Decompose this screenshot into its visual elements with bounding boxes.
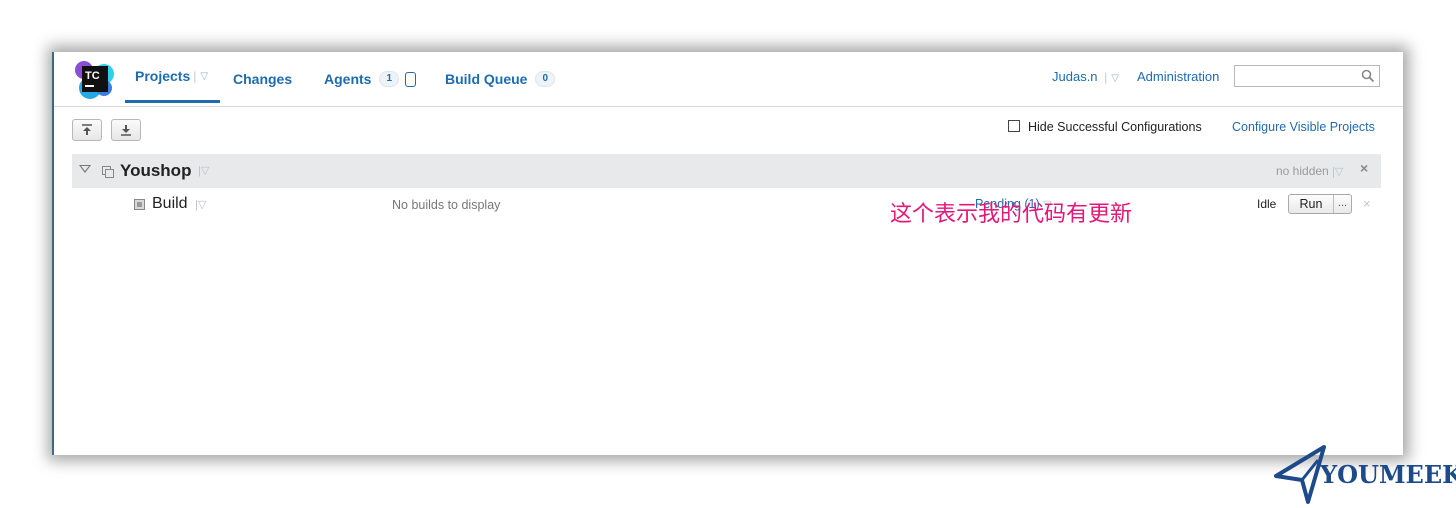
hide-successful-checkbox[interactable] [1008, 120, 1020, 132]
tab-build-queue[interactable]: Build Queue 0 [445, 52, 556, 106]
expand-all-icon [121, 125, 131, 136]
hidden-configs-menu[interactable]: no hidden |▽ [1276, 164, 1343, 178]
dropdown-arrow-icon[interactable]: ▽ [200, 71, 208, 82]
build-config-name[interactable]: Build [152, 195, 188, 213]
user-dropdown-arrow-icon[interactable]: ▽ [1111, 73, 1119, 84]
agents-count-badge: 1 [379, 71, 400, 87]
tab-build-queue-label: Build Queue [445, 71, 528, 87]
teamcity-window: TC Projects | ▽ Changes Agents 1 Build Qu… [54, 52, 1403, 455]
teamcity-logo-icon[interactable]: TC [74, 58, 116, 100]
configure-visible-projects-link[interactable]: Configure Visible Projects [1232, 120, 1375, 134]
build-queue-count-badge: 0 [535, 71, 556, 87]
project-name[interactable]: Youshop [120, 161, 191, 181]
collapse-all-button[interactable] [72, 119, 102, 141]
logo-text: TC [85, 70, 100, 82]
project-icon [102, 166, 114, 178]
search-icon[interactable] [1361, 69, 1375, 83]
administration-link[interactable]: Administration [1137, 69, 1219, 84]
tab-agents[interactable]: Agents 1 [324, 52, 417, 106]
project-close-icon[interactable]: × [1360, 160, 1368, 176]
run-button[interactable]: Run ... [1288, 194, 1352, 214]
run-button-label[interactable]: Run [1289, 195, 1334, 213]
project-row: Youshop |▽ no hidden |▽ × [72, 154, 1381, 188]
tab-changes[interactable]: Changes [233, 52, 292, 106]
separator: | [193, 69, 197, 83]
no-builds-message: No builds to display [392, 198, 501, 212]
hide-successful-label: Hide Successful Configurations [1028, 120, 1202, 134]
agent-status: Idle [1257, 197, 1277, 211]
run-custom-button[interactable]: ... [1334, 195, 1351, 213]
search-input[interactable] [1234, 65, 1380, 87]
top-nav-bar: TC Projects | ▽ Changes Agents 1 Build Qu… [54, 52, 1403, 107]
hidden-dropdown-arrow-icon[interactable]: |▽ [1332, 166, 1343, 178]
tab-agents-label: Agents [324, 71, 372, 87]
tab-changes-label: Changes [233, 71, 293, 87]
user-menu[interactable]: Judas.n | ▽ [1052, 69, 1119, 84]
collapse-triangle-icon[interactable] [79, 165, 91, 173]
hidden-status: no hidden [1276, 164, 1329, 178]
collapse-all-icon [82, 124, 92, 135]
build-dropdown-arrow-icon[interactable]: |▽ [195, 198, 206, 211]
build-close-icon[interactable]: × [1363, 196, 1371, 211]
project-dropdown-arrow-icon[interactable]: |▽ [198, 164, 209, 177]
tab-projects-label: Projects [135, 68, 191, 84]
annotation-text: 这个表示我的代码有更新 [890, 202, 1133, 227]
expand-all-button[interactable] [111, 119, 141, 141]
agent-icon [405, 71, 417, 87]
build-config-icon [134, 199, 145, 210]
user-name: Judas.n [1052, 69, 1098, 84]
separator: | [1104, 70, 1108, 84]
tab-projects[interactable]: Projects | ▽ [125, 52, 220, 103]
watermark: YOUMEEK [1272, 444, 1456, 506]
watermark-text: YOUMEEK [1320, 460, 1456, 489]
